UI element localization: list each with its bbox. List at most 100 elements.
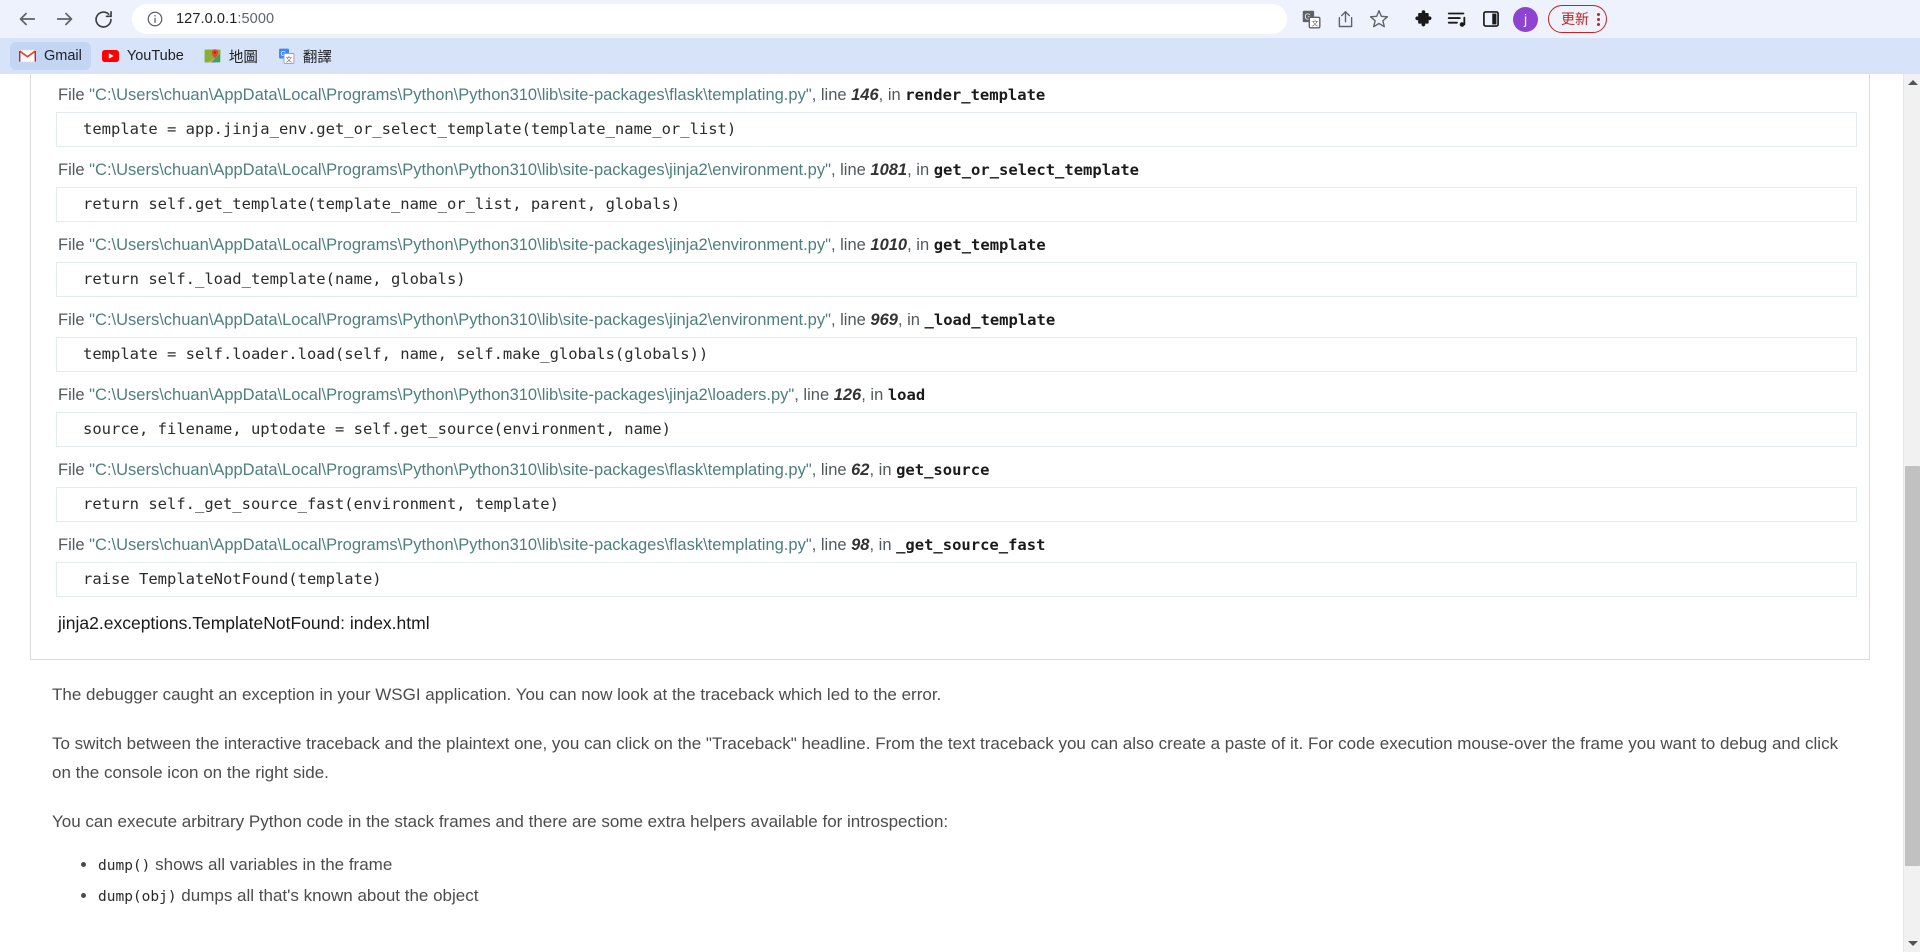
traceback-frame-location: File "C:\Users\chuan\AppData\Local\Progr… bbox=[43, 230, 1857, 261]
youtube-icon bbox=[101, 48, 119, 65]
helper-list-item: dump() shows all variables in the frame bbox=[98, 850, 1848, 881]
helper-list: dump() shows all variables in the framed… bbox=[52, 850, 1848, 912]
in-label: , in bbox=[869, 461, 897, 479]
explanation-paragraph-3: You can execute arbitrary Python code in… bbox=[52, 812, 949, 831]
forward-arrow-icon bbox=[56, 12, 73, 26]
in-label: , in bbox=[907, 161, 934, 179]
file-keyword: File bbox=[58, 311, 90, 329]
back-button[interactable] bbox=[10, 2, 44, 36]
frame-file-path: "C:\Users\chuan\AppData\Local\Programs\P… bbox=[89, 86, 812, 104]
file-keyword: File bbox=[58, 86, 90, 104]
bookmark-label: 翻譯 bbox=[302, 49, 332, 66]
debugger-explanation: The debugger caught an exception in your… bbox=[30, 680, 1870, 912]
line-label: , line bbox=[811, 86, 852, 104]
frame-function-name: get_or_select_template bbox=[933, 161, 1140, 179]
line-label: , line bbox=[830, 236, 871, 254]
file-keyword: File bbox=[58, 236, 90, 254]
frame-line-number: 98 bbox=[851, 536, 870, 554]
traceback-frame[interactable]: File "C:\Users\chuan\AppData\Local\Progr… bbox=[43, 449, 1857, 522]
traceback-frame[interactable]: File "C:\Users\chuan\AppData\Local\Progr… bbox=[43, 524, 1857, 597]
three-dot-menu-icon[interactable] bbox=[1597, 12, 1600, 26]
frame-source-line: template = app.jinja_env.get_or_select_t… bbox=[56, 112, 1857, 147]
bookmark-gmail[interactable]: Gmail bbox=[10, 42, 91, 70]
bookmark-translate[interactable]: G 文 翻譯 bbox=[269, 42, 341, 70]
helper-text: shows all variables in the frame bbox=[150, 855, 393, 874]
scroll-up-arrow[interactable] bbox=[1904, 74, 1920, 91]
file-keyword: File bbox=[58, 161, 90, 179]
traceback-frame[interactable]: File "C:\Users\chuan\AppData\Local\Progr… bbox=[43, 299, 1857, 372]
frame-line-number: 126 bbox=[833, 386, 862, 404]
bookmark-label: YouTube bbox=[126, 48, 184, 64]
frame-line-number: 146 bbox=[851, 86, 879, 104]
frame-source-line: return self._get_source_fast(environment… bbox=[56, 487, 1857, 522]
info-circle-icon[interactable] bbox=[146, 10, 164, 28]
frame-source-line: return self.get_template(template_name_o… bbox=[56, 187, 1857, 222]
frame-function-name: load bbox=[887, 386, 926, 404]
traceback-frame[interactable]: File "C:\Users\chuan\AppData\Local\Progr… bbox=[43, 149, 1857, 222]
frame-source-line: return self._load_template(name, globals… bbox=[56, 262, 1857, 297]
frame-function-name: _load_template bbox=[924, 311, 1056, 329]
forward-button[interactable] bbox=[48, 2, 82, 36]
address-bar-url: 127.0.0.1:5000 bbox=[176, 11, 274, 27]
traceback-frame-location: File "C:\Users\chuan\AppData\Local\Progr… bbox=[43, 380, 1857, 411]
frame-function-name: _get_source_fast bbox=[896, 536, 1046, 554]
avatar-initial: j bbox=[1523, 11, 1528, 27]
traceback-frame-location: File "C:\Users\chuan\AppData\Local\Progr… bbox=[43, 530, 1857, 561]
helper-code: dump() bbox=[98, 858, 151, 874]
browser-toolbar: 127.0.0.1:5000 G 文 j 更新 bbox=[0, 0, 1920, 38]
line-label: , line bbox=[830, 161, 871, 179]
url-port: :5000 bbox=[237, 11, 275, 27]
bookmark-label: 地圖 bbox=[228, 49, 258, 66]
traceback-frame-location: File "C:\Users\chuan\AppData\Local\Progr… bbox=[43, 455, 1857, 486]
svg-text:文: 文 bbox=[1311, 18, 1318, 27]
frame-function-name: get_template bbox=[933, 236, 1046, 254]
frame-file-path: "C:\Users\chuan\AppData\Local\Programs\P… bbox=[89, 386, 795, 404]
frame-line-number: 969 bbox=[870, 311, 898, 329]
translate-icon[interactable]: G 文 bbox=[1295, 3, 1327, 35]
traceback-frame-location: File "C:\Users\chuan\AppData\Local\Progr… bbox=[43, 305, 1857, 336]
toolbar-actions: G 文 j 更新 bbox=[1295, 3, 1611, 35]
scroll-thumb[interactable] bbox=[1905, 466, 1920, 866]
in-label: , in bbox=[861, 386, 888, 404]
file-keyword: File bbox=[58, 461, 90, 479]
update-button[interactable]: 更新 bbox=[1548, 5, 1607, 33]
avatar[interactable]: j bbox=[1513, 6, 1538, 32]
page-scrollbar[interactable] bbox=[1903, 74, 1920, 952]
frame-file-path: "C:\Users\chuan\AppData\Local\Programs\P… bbox=[89, 461, 812, 479]
extensions-puzzle-icon[interactable] bbox=[1407, 3, 1439, 35]
explanation-paragraph-1: The debugger caught an exception in your… bbox=[52, 685, 942, 704]
traceback-frame[interactable]: File "C:\Users\chuan\AppData\Local\Progr… bbox=[43, 374, 1857, 447]
frame-file-path: "C:\Users\chuan\AppData\Local\Programs\P… bbox=[89, 161, 831, 179]
svg-text:文: 文 bbox=[286, 54, 293, 63]
traceback-frame[interactable]: File "C:\Users\chuan\AppData\Local\Progr… bbox=[43, 224, 1857, 297]
frame-line-number: 1010 bbox=[870, 236, 908, 254]
side-panel-icon[interactable] bbox=[1475, 3, 1507, 35]
address-bar[interactable]: 127.0.0.1:5000 bbox=[132, 4, 1287, 34]
bookmarks-bar: Gmail YouTube 地圖 G 文 翻譯 bbox=[0, 38, 1920, 74]
frame-source-line: source, filename, uptodate = self.get_so… bbox=[56, 412, 1857, 447]
line-label: , line bbox=[811, 461, 852, 479]
share-icon[interactable] bbox=[1329, 3, 1361, 35]
reading-list-icon[interactable] bbox=[1441, 3, 1473, 35]
scroll-down-arrow[interactable] bbox=[1904, 935, 1920, 952]
frame-line-number: 1081 bbox=[870, 161, 908, 179]
in-label: , in bbox=[907, 236, 934, 254]
line-label: , line bbox=[794, 386, 834, 404]
line-label: , line bbox=[811, 536, 852, 554]
line-label: , line bbox=[830, 311, 871, 329]
frame-file-path: "C:\Users\chuan\AppData\Local\Programs\P… bbox=[89, 311, 831, 329]
file-keyword: File bbox=[58, 386, 90, 404]
traceback-frame[interactable]: File "C:\Users\chuan\AppData\Local\Progr… bbox=[43, 74, 1857, 147]
bookmark-youtube[interactable]: YouTube bbox=[93, 42, 193, 70]
helper-text: dumps all that's known about the object bbox=[176, 886, 479, 905]
reload-button[interactable] bbox=[86, 2, 120, 36]
bookmark-maps[interactable]: 地圖 bbox=[195, 42, 267, 70]
update-button-label: 更新 bbox=[1561, 11, 1589, 27]
in-label: , in bbox=[897, 311, 925, 329]
traceback-frame-location: File "C:\Users\chuan\AppData\Local\Progr… bbox=[43, 155, 1857, 186]
bookmark-star-icon[interactable] bbox=[1363, 3, 1395, 35]
traceback-frame-location: File "C:\Users\chuan\AppData\Local\Progr… bbox=[43, 80, 1857, 111]
google-translate-icon: G 文 bbox=[278, 48, 295, 65]
exception-message: jinja2.exceptions.TemplateNotFound: inde… bbox=[58, 613, 430, 633]
helper-list-item: dump(obj) dumps all that's known about t… bbox=[98, 881, 1848, 912]
